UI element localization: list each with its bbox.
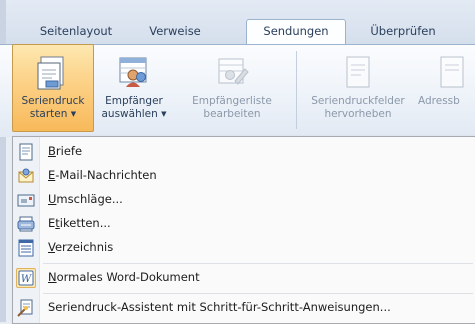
highlight-fields-icon — [341, 55, 375, 95]
chevron-down-icon: ▼ — [70, 110, 77, 118]
menu-item-mail-merge-wizard[interactable]: Seriendruck-Assistent mit Schritt-für-Sc… — [13, 297, 475, 319]
menu-item-labels[interactable]: Etiketten... — [13, 213, 475, 235]
highlight-merge-fields-button[interactable]: Seriendruckfelder hervorheben — [302, 45, 414, 131]
ribbon-tab-strip: Seitenlayout Verweise Sendungen Überprüf… — [0, 0, 475, 322]
letter-icon — [17, 143, 35, 161]
recipients-icon — [117, 55, 151, 93]
email-icon — [17, 167, 35, 185]
menu-item-directory-label: erzeichnis — [54, 240, 114, 254]
ribbon-group-separator — [296, 51, 297, 129]
menu-item-directory[interactable]: Verzeichnis — [13, 237, 475, 259]
menu-item-letters-mnemonic: B — [48, 144, 56, 158]
start-mail-merge-menu: Briefe E-Mail-Nachrichten Umschläge... E… — [12, 136, 475, 324]
menu-item-normal-doc-label: ormales Word-Dokument — [56, 270, 200, 284]
tab-sendungen[interactable]: Sendungen — [246, 19, 346, 44]
menu-item-letters-label: riefe — [55, 144, 83, 158]
menu-item-envelopes-label: mschläge... — [56, 192, 123, 206]
menu-item-normal-word-document[interactable]: W Normales Word-Dokument — [13, 267, 475, 289]
highlight-merge-fields-label-1: Seriendruckfelder — [311, 95, 405, 107]
envelope-icon — [17, 191, 35, 209]
edit-recipient-list-button[interactable]: Empfängerliste bearbeiten — [176, 45, 288, 131]
highlight-merge-fields-label-2: hervorheben — [324, 108, 392, 120]
chevron-down-icon: ▼ — [161, 110, 167, 118]
edit-list-icon — [215, 55, 249, 93]
word-document-icon: W — [16, 268, 36, 288]
menu-item-wizard-label: Seriendruck-Assistent mit Schritt-für-Sc… — [48, 300, 391, 314]
address-block-button[interactable]: Adressb — [418, 45, 475, 131]
svg-text:W: W — [21, 274, 32, 285]
tab-verweise[interactable]: Verweise — [136, 20, 214, 44]
menu-item-normal-doc-mnemonic: N — [48, 270, 57, 284]
select-recipients-button[interactable]: Empfänger auswählen ▼ — [96, 45, 172, 131]
ribbon-panel: Seriendruck starten ▼ Empfänger auswähle… — [0, 44, 475, 137]
start-mail-merge-label-1: Seriendruck — [21, 95, 85, 107]
menu-item-letters[interactable]: Briefe — [13, 141, 475, 163]
edit-recipient-list-label-1: Empfängerliste — [192, 95, 272, 107]
directory-icon — [17, 239, 35, 257]
menu-item-directory-mnemonic: V — [48, 240, 55, 254]
start-mail-merge-label-2: starten — [29, 108, 68, 120]
select-recipients-label-1: Empfänger — [105, 95, 163, 107]
wizard-icon — [17, 299, 35, 317]
edit-recipient-list-label-2: bearbeiten — [203, 108, 261, 120]
start-mail-merge-button[interactable]: Seriendruck starten ▼ — [12, 44, 94, 132]
menu-separator — [43, 293, 473, 294]
select-recipients-label-2: auswählen — [101, 108, 158, 120]
document-mailmerge-icon — [36, 55, 70, 95]
address-block-icon — [437, 55, 467, 95]
menu-item-labels-label: iketten... — [59, 216, 111, 230]
menu-item-email-messages[interactable]: E-Mail-Nachrichten — [13, 165, 475, 187]
menu-item-envelopes[interactable]: Umschläge... — [13, 189, 475, 211]
tab-ueberpruefen[interactable]: Überprüfen — [356, 20, 450, 44]
tab-seitenlayout[interactable]: Seitenlayout — [28, 20, 124, 44]
menu-item-email-label: -Mail-Nachrichten — [55, 168, 157, 182]
address-block-label: Adressb — [418, 95, 460, 107]
labels-icon — [17, 215, 35, 233]
menu-separator — [43, 263, 473, 264]
